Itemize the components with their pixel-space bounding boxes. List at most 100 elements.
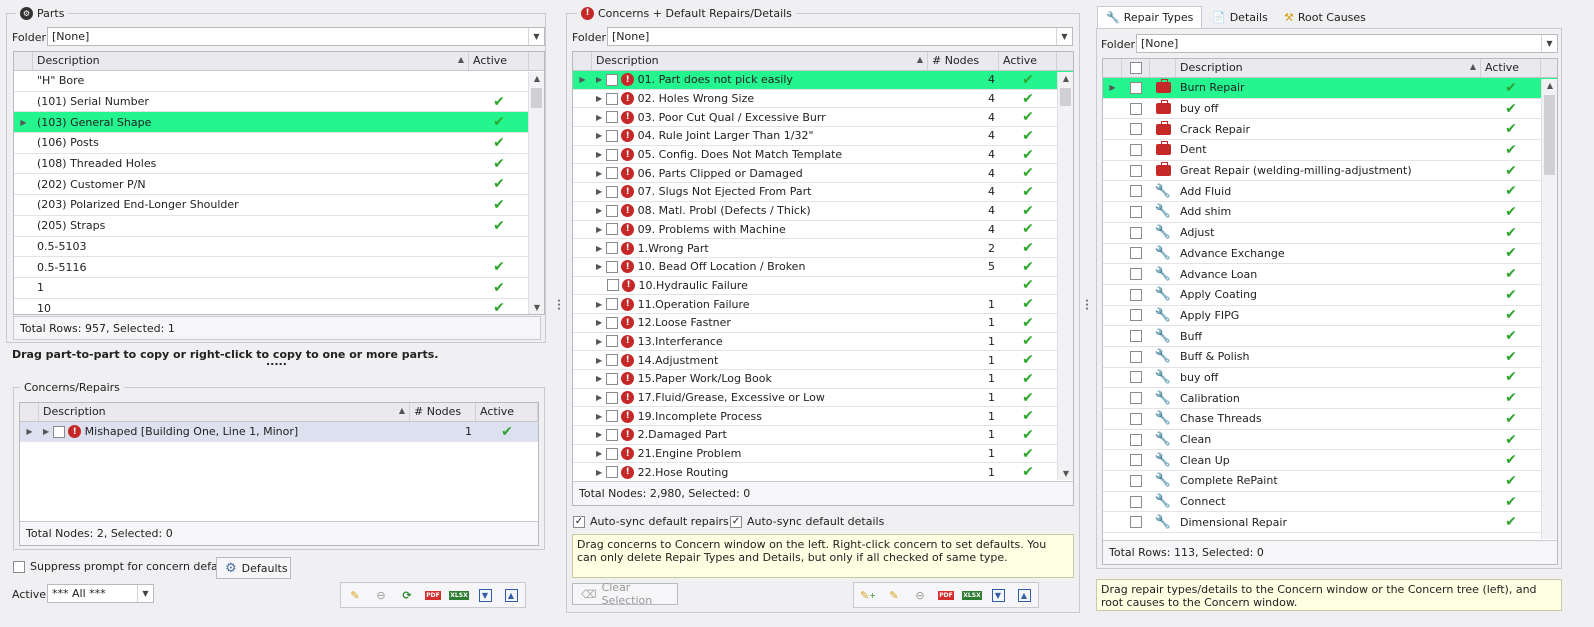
row-check[interactable]	[1130, 185, 1142, 198]
expand-arrow-icon[interactable]: ▶	[43, 427, 49, 436]
table-row[interactable]: 🔧 Advance Exchange ✔	[1103, 243, 1557, 265]
row-check-cell[interactable]	[1122, 244, 1150, 264]
col-description[interactable]: Description ▲	[33, 52, 469, 70]
collapse-up-icon[interactable]: ▲	[499, 585, 523, 605]
row-check[interactable]	[1130, 247, 1142, 260]
repairs-scrollbar[interactable]: ▲	[1541, 79, 1557, 539]
table-row[interactable]: Dent ✔	[1103, 140, 1557, 161]
table-row[interactable]: ▶ ! 11.Operation Failure 1 ✔	[573, 295, 1073, 314]
table-row[interactable]: ▶ ! 13.Interferance 1 ✔	[573, 332, 1073, 352]
row-check[interactable]	[1130, 81, 1142, 94]
pdf-export-icon[interactable]: PDF	[421, 585, 445, 605]
expand-arrow-icon[interactable]: ▶	[596, 225, 602, 234]
expand-arrow-icon[interactable]: ▶	[596, 169, 602, 178]
table-row[interactable]: 🔧 Dimensional Repair ✔	[1103, 512, 1557, 534]
row-check-cell[interactable]	[1122, 388, 1150, 408]
row-check-cell[interactable]	[1122, 409, 1150, 429]
row-check[interactable]	[605, 129, 618, 142]
col-nodes[interactable]: # Nodes	[928, 52, 999, 70]
edit-pencil-icon[interactable]: ✎	[343, 585, 367, 605]
row-check[interactable]	[1130, 350, 1142, 363]
row-check[interactable]	[605, 73, 618, 86]
tab-repair-types[interactable]: 🔧 Repair Types	[1097, 6, 1203, 28]
row-check[interactable]	[605, 354, 618, 367]
pdf-export-icon[interactable]: PDF	[934, 585, 958, 605]
row-check-cell[interactable]	[1122, 140, 1150, 160]
row-check[interactable]	[1130, 495, 1142, 508]
table-row[interactable]: 10 ✔	[14, 298, 544, 314]
row-check-cell[interactable]	[1122, 326, 1150, 346]
col-description[interactable]: Description ▲	[1176, 59, 1481, 77]
table-row[interactable]: (202) Customer P/N ✔	[14, 174, 544, 196]
row-check-cell[interactable]	[1122, 512, 1150, 532]
row-check-cell[interactable]	[1122, 306, 1150, 326]
scroll-down-icon[interactable]: ▼	[529, 303, 544, 312]
row-check[interactable]	[605, 111, 618, 124]
expand-down-icon[interactable]: ▼	[986, 585, 1010, 605]
row-check[interactable]	[1130, 433, 1142, 446]
remove-icon[interactable]: ⊖	[369, 585, 393, 605]
row-check-cell[interactable]	[1122, 471, 1150, 491]
clear-selection-button[interactable]: ⌫ Clear Selection	[572, 581, 678, 607]
suppress-checkbox[interactable]: Suppress prompt for concern defaults	[13, 560, 238, 573]
row-check-cell[interactable]	[1122, 264, 1150, 284]
row-check[interactable]	[605, 428, 618, 441]
row-check[interactable]	[605, 447, 618, 460]
concerns-scrollbar[interactable]: ▲ ▼	[1057, 72, 1073, 480]
col-active[interactable]: Active	[469, 52, 529, 70]
table-row[interactable]: 🔧 Advance Loan ✔	[1103, 264, 1557, 285]
table-row[interactable]: ▶ ▶ ! Mishaped [Building One, Line 1, Min…	[20, 422, 538, 442]
autosync-repairs-checkbox[interactable]: ✓ Auto-sync default repairs	[573, 515, 729, 528]
table-row[interactable]: ▶ ! 04. Rule Joint Larger Than 1/32" 4 ✔	[573, 127, 1073, 146]
col-description[interactable]: Description ▲	[592, 52, 928, 70]
expand-arrow-icon[interactable]: ▶	[596, 300, 602, 309]
table-row[interactable]: ▶ ! 08. Matl. Probl (Defects / Thick) 4 ✔	[573, 201, 1073, 221]
table-row[interactable]: 🔧 Connect ✔	[1103, 491, 1557, 513]
table-row[interactable]: ▶ ! 09. Problems with Machine 4 ✔	[573, 220, 1073, 240]
row-check[interactable]	[605, 167, 618, 180]
suppress-check[interactable]	[13, 560, 25, 573]
row-check[interactable]	[1130, 123, 1142, 136]
row-check[interactable]	[605, 204, 618, 217]
parts-grid[interactable]: Description ▲ Active "H" Bore (101) Serial…	[13, 51, 545, 315]
table-row[interactable]: buy off ✔	[1103, 98, 1557, 120]
row-check-cell[interactable]	[1122, 430, 1150, 450]
edit-pencil-icon[interactable]: ✎	[882, 585, 906, 605]
scroll-up-icon[interactable]: ▲	[1058, 74, 1073, 83]
expand-arrow-icon[interactable]: ▶	[596, 75, 602, 84]
table-row[interactable]: 🔧 Chase Threads ✔	[1103, 409, 1557, 430]
active-filter-select[interactable]: *** All *** ▼	[47, 584, 154, 603]
table-row[interactable]: (106) Posts ✔	[14, 133, 544, 154]
expand-arrow-icon[interactable]: ▶	[596, 150, 602, 159]
row-check-cell[interactable]	[1122, 202, 1150, 222]
repairs-grid[interactable]: Description ▲ Active ▶ Burn Repair ✔ buy off…	[1102, 58, 1558, 565]
row-check[interactable]	[1130, 330, 1142, 343]
select-all-check[interactable]	[1129, 62, 1142, 74]
chevron-down-icon[interactable]: ▼	[137, 585, 153, 602]
table-row[interactable]: ▶ ! 15.Paper Work/Log Book 1 ✔	[573, 370, 1073, 389]
table-row[interactable]: (203) Polarized End-Longer Shoulder ✔	[14, 195, 544, 216]
expand-arrow-icon[interactable]: ▶	[596, 337, 602, 346]
row-check[interactable]	[52, 425, 65, 438]
table-row[interactable]: ▶ (103) General Shape ✔	[14, 112, 544, 134]
table-row[interactable]: ▶ ! 14.Adjustment 1 ✔	[573, 351, 1073, 370]
parts-folder-select[interactable]: [None] ▼	[47, 27, 545, 46]
concerns-repairs-grid[interactable]: Description ▲ # Nodes Active ▶ ▶ ! Mishape…	[19, 402, 539, 546]
chevron-down-icon[interactable]: ▼	[1541, 35, 1557, 52]
concerns-grid[interactable]: Description ▲ # Nodes Active ▶ ▶ ! 01. Par…	[572, 51, 1074, 506]
col-nodes[interactable]: # Nodes	[410, 403, 476, 421]
row-check[interactable]	[1130, 309, 1142, 322]
expand-arrow-icon[interactable]: ▶	[596, 374, 602, 383]
scroll-thumb[interactable]	[531, 88, 542, 108]
table-row[interactable]: ▶ ! 07. Slugs Not Ejected From Part 4 ✔	[573, 183, 1073, 202]
autosync-repairs-check[interactable]: ✓	[573, 515, 585, 528]
row-check[interactable]	[1130, 516, 1142, 529]
row-check-cell[interactable]	[1122, 119, 1150, 139]
row-check-cell[interactable]	[1122, 347, 1150, 367]
expand-arrow-icon[interactable]: ▶	[596, 187, 602, 196]
collapse-up-icon[interactable]: ▲	[1012, 585, 1036, 605]
table-row[interactable]: 🔧 Buff & Polish ✔	[1103, 346, 1557, 368]
expand-arrow-icon[interactable]: ▶	[596, 131, 602, 140]
table-row[interactable]: 🔧 Adjust ✔	[1103, 222, 1557, 244]
table-row[interactable]: 0.5-5116 ✔	[14, 257, 544, 278]
